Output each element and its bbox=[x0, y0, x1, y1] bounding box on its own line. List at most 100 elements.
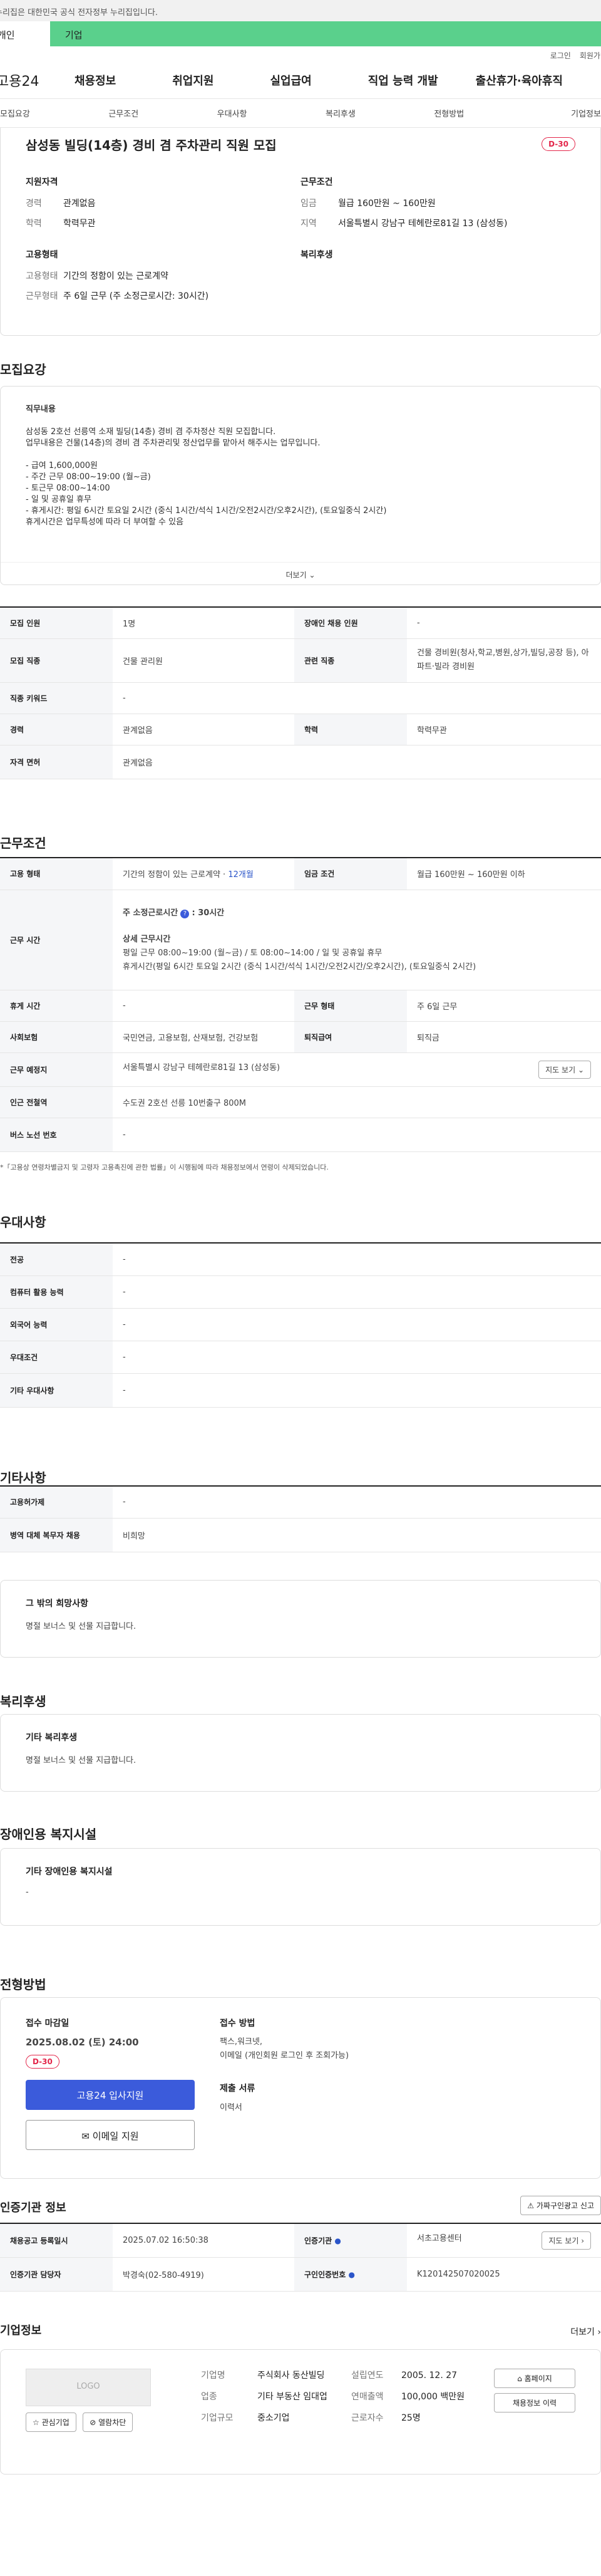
th: 장애인 채용 인원 bbox=[294, 607, 407, 639]
home-icon: ⌂ bbox=[517, 2374, 522, 2383]
welfare-box-value: 명절 보너스 및 선물 지급합니다. bbox=[26, 1756, 136, 1765]
qual-title: 지원자격 bbox=[26, 177, 58, 187]
more-button[interactable]: 더보기 ⌄ bbox=[1, 562, 600, 584]
gnb-item-leave[interactable]: 출산휴가·육아휴직 bbox=[476, 72, 563, 88]
cond-title: 근무조건 bbox=[300, 177, 333, 187]
anchor-welfare[interactable]: 복리후생 bbox=[300, 107, 409, 119]
size-value: 중소기업 bbox=[257, 2412, 290, 2423]
wage-value: 월급 160만원 ~ 160만원 bbox=[338, 199, 436, 209]
hope-value: 명절 보너스 및 선물 지급합니다. bbox=[26, 1622, 136, 1631]
biz-value: 기타 부동산 임대업 bbox=[257, 2391, 327, 2402]
section-etc: 기타사항 bbox=[0, 1470, 46, 1485]
disabled-box: 기타 장애인용 복지시설 - bbox=[0, 1848, 601, 1926]
desc-line: - 급여 1,600,000원 bbox=[26, 461, 98, 470]
section-cert: 인증기관 정보 bbox=[0, 2201, 66, 2215]
gnb: 고용24 채용정보 취업지원 실업급여 직업 능력 개발 출산휴가·육아휴직 bbox=[0, 61, 601, 99]
rev-label: 연매출액 bbox=[351, 2391, 384, 2402]
td: 퇴직금 bbox=[407, 1021, 601, 1053]
job-title: 삼성동 빌딩(14층) 경비 겸 주차관리 직원 모집 bbox=[26, 137, 277, 153]
th: 인근 전철역 bbox=[0, 1086, 113, 1118]
tab-personal[interactable]: 개인 bbox=[0, 21, 50, 46]
company-name-label: 기업명 bbox=[201, 2370, 225, 2381]
rev-value: 100,000 백만원 bbox=[401, 2391, 465, 2402]
emptype-label: 고용형태 bbox=[26, 271, 58, 281]
apply-button[interactable]: 고용24 입사지원 bbox=[26, 2080, 195, 2110]
company-box: LOGO ☆ 관심기업 ⊘ 열람차단 기업명 주식회사 동산빌딩 업종 기타 부동산… bbox=[0, 2349, 601, 2475]
report-button[interactable]: ⚠ 가짜구인광고 신고 bbox=[520, 2196, 601, 2215]
mail-icon: ✉ bbox=[81, 2131, 90, 2142]
history-button[interactable]: 채용정보 이력 bbox=[494, 2392, 575, 2412]
td: 관계없음 bbox=[113, 714, 294, 745]
map-button[interactable]: 지도 보기 ⌄ bbox=[538, 1061, 591, 1079]
info-icon[interactable]: ● bbox=[334, 2236, 341, 2245]
size-label: 기업규모 bbox=[201, 2412, 234, 2423]
anchor-nav: 모집요강 근무조건 우대사항 복리후생 전형방법 기업정보 bbox=[0, 99, 601, 128]
th: 자격 면허 bbox=[0, 745, 113, 779]
worktype-value: 주 6일 근무 (주 소정근로시간: 30시간) bbox=[63, 291, 209, 301]
career-label: 경력 bbox=[26, 199, 42, 209]
cert-map-button[interactable]: 지도 보기 › bbox=[542, 2231, 591, 2250]
docs-title: 제출 서류 bbox=[220, 2084, 255, 2094]
login-link[interactable]: 로그인 bbox=[550, 51, 571, 60]
company-name-value: 주식회사 동산빌딩 bbox=[257, 2370, 325, 2381]
td: 건물 경비원(청사,학교,병원,상가,빌딩,공장 등), 아파트·빌라 경비원 bbox=[407, 638, 601, 683]
block-button[interactable]: ⊘ 열람차단 bbox=[83, 2412, 133, 2432]
desc-line: - 토근무 08:00~14:00 bbox=[26, 484, 110, 493]
section-recruit: 모집요강 bbox=[0, 362, 46, 377]
emp-value: 25명 bbox=[401, 2412, 421, 2423]
site-logo[interactable]: 고용24 bbox=[0, 70, 74, 90]
td: 2025.07.02 16:50:38 bbox=[113, 2223, 294, 2258]
desc-label: 직무내용 bbox=[26, 405, 56, 414]
company-more-link[interactable]: 더보기 › bbox=[570, 2325, 601, 2338]
deadline-title: 접수 마감일 bbox=[26, 2018, 69, 2028]
th: 근무 예정지 bbox=[0, 1052, 113, 1087]
join-link[interactable]: 회원가입 bbox=[580, 51, 601, 60]
th: 사회보험 bbox=[0, 1021, 113, 1053]
td: - bbox=[113, 990, 294, 1022]
gnb-item-jobs[interactable]: 채용정보 bbox=[74, 72, 116, 88]
th: 모집 인원 bbox=[0, 607, 113, 639]
anchor-recruit[interactable]: 모집요강 bbox=[0, 107, 83, 119]
anchor-work[interactable]: 근무조건 bbox=[83, 107, 192, 119]
etc-table: 고용허가제 - 병역 대체 복무자 채용 비희망 bbox=[0, 1485, 601, 1552]
homepage-button[interactable]: ⌂ 홈페이지 bbox=[494, 2368, 575, 2388]
td: 서초고용센터 지도 보기 › bbox=[407, 2223, 601, 2258]
email-apply-button[interactable]: ✉ 이메일 지원 bbox=[26, 2120, 195, 2150]
emp-title: 고용형태 bbox=[26, 250, 58, 260]
info-icon[interactable]: ? bbox=[180, 909, 190, 918]
fav-company-button[interactable]: ☆ 관심기업 bbox=[26, 2412, 76, 2432]
th: 직종 키워드 bbox=[0, 682, 113, 714]
tab-company[interactable]: 기업 bbox=[50, 21, 601, 46]
section-apply: 전형방법 bbox=[0, 1977, 46, 1992]
th: 컴퓨터 활용 능력 bbox=[0, 1275, 113, 1309]
gnb-item-support[interactable]: 취업지원 bbox=[172, 72, 213, 88]
emptype-value: 기간의 정함이 있는 근로계약 bbox=[63, 271, 168, 281]
td: - bbox=[113, 1485, 601, 1519]
gnb-item-training[interactable]: 직업 능력 개발 bbox=[368, 72, 438, 88]
age-note: *「고용상 연령차별금지 및 고령자 고용촉진에 관한 법률」이 시행됨에 따라… bbox=[0, 1163, 329, 1171]
td: 기간의 정함이 있는 근로계약 · 12개월 bbox=[113, 857, 294, 890]
hope-box: 그 밖의 희망사항 명절 보너스 및 선물 지급합니다. bbox=[0, 1580, 601, 1658]
cert-table: 채용공고 등록일시 2025.07.02 16:50:38 인증기관 ● 서초고용센터… bbox=[0, 2223, 601, 2292]
gnb-item-benefit[interactable]: 실업급여 bbox=[270, 72, 312, 88]
worktype-label: 근무형태 bbox=[26, 291, 58, 301]
td: - bbox=[113, 1118, 601, 1152]
th: 인증기관 ● bbox=[294, 2223, 407, 2258]
section-pref: 우대사항 bbox=[0, 1215, 46, 1230]
th: 관련 직종 bbox=[294, 638, 407, 683]
area-label: 지역 bbox=[300, 219, 317, 229]
anchor-pref[interactable]: 우대사항 bbox=[192, 107, 300, 119]
chevron-down-icon: ⌄ bbox=[309, 571, 316, 579]
td: - bbox=[113, 1341, 601, 1374]
recruit-table: 모집 인원 1명 장애인 채용 인원 - 모집 직종 건물 관리원 관련 직종 건물 경비원… bbox=[0, 606, 601, 779]
td: 서울특별시 강남구 테헤란로81길 13 (삼성동) 지도 보기 ⌄ bbox=[113, 1052, 601, 1087]
deadline-value: 2025.08.02 (토) 24:00 bbox=[26, 2037, 139, 2048]
area-value: 서울특별시 강남구 테헤란로81길 13 (삼성동) bbox=[338, 219, 508, 229]
anchor-company[interactable]: 기업정보 bbox=[518, 107, 601, 119]
anchor-apply[interactable]: 전형방법 bbox=[409, 107, 517, 119]
th: 고용허가제 bbox=[0, 1485, 113, 1519]
info-icon[interactable]: ● bbox=[348, 2270, 354, 2279]
emp-label: 근로자수 bbox=[351, 2412, 384, 2423]
method-title: 접수 방법 bbox=[220, 2018, 255, 2028]
th: 외국어 능력 bbox=[0, 1308, 113, 1341]
